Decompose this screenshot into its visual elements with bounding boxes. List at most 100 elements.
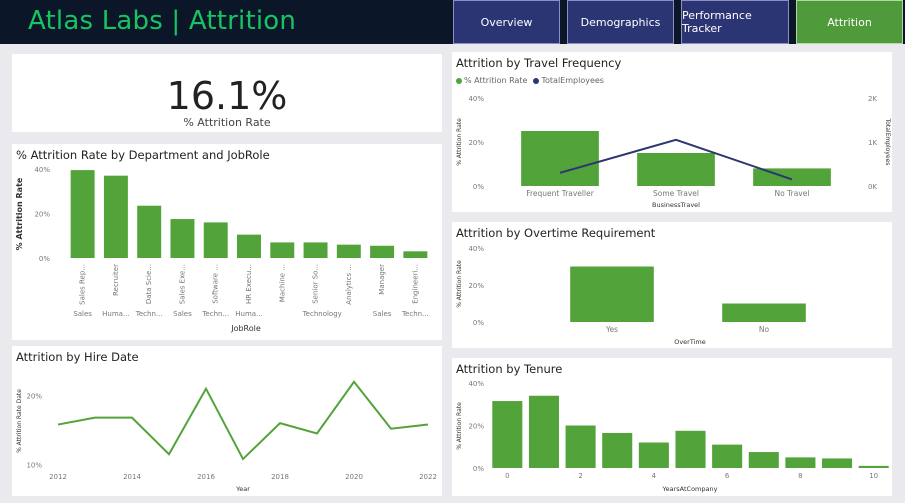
bar-0	[570, 266, 654, 322]
kpi-value: 16.1%	[166, 74, 288, 118]
y2-tick-label: 1K	[868, 139, 877, 147]
attrition-line	[57, 380, 429, 461]
department-label: Huma...	[235, 310, 262, 318]
bar-5	[675, 430, 706, 468]
x-tick-label: Data Scie...	[145, 264, 153, 304]
x-tick-label: Sales Rep...	[79, 264, 87, 305]
x-tick-label: Senior So...	[312, 264, 320, 304]
y-tick-label: 20%	[34, 211, 50, 219]
overtime-chart: 0% 20% 40% % Attrition Rate Yes No OverTime	[456, 245, 806, 346]
y-axis-label: % Attrition Rate	[456, 118, 463, 166]
y-tick-label: 0%	[39, 255, 50, 263]
x-tick-label: 0	[505, 472, 509, 480]
x-tick-label: 6	[725, 472, 730, 480]
bar-7	[748, 452, 779, 468]
x-tick-label: Manager	[378, 264, 386, 295]
y2-tick-label: 0K	[868, 183, 877, 191]
x-tick-label: Some Travel	[653, 189, 699, 198]
bar-5	[237, 234, 261, 258]
y-tick-label: 0%	[473, 183, 484, 191]
x-tick-label: 2016	[197, 473, 215, 481]
x-tick-label: 2022	[419, 473, 437, 481]
y-tick-label: 40%	[34, 166, 50, 174]
x-tick-label: 2018	[271, 473, 289, 481]
y-tick-label: 10%	[26, 462, 42, 470]
x-axis-label: YearsAtCompany	[662, 485, 718, 493]
y2-axis-label: TotalEmployees	[884, 118, 891, 166]
bar-4	[203, 222, 228, 258]
bar-9	[370, 245, 395, 258]
dept-chart-card[interactable]: % Attrition Rate by Department and JobRo…	[12, 144, 442, 340]
bar-10	[403, 251, 428, 258]
kpi-card[interactable]: 16.1% % Attrition Rate	[12, 54, 442, 132]
tenure-chart: 0% 20% 40% % Attrition Rate 0 2 4 6 8 10 YearsAtCo…	[456, 380, 889, 493]
x-tick-label: 2	[578, 472, 582, 480]
x-tick-label: 2012	[49, 473, 67, 481]
x-axis-label: BusinessTravel	[652, 201, 700, 209]
x-tick-label: 10	[869, 472, 878, 480]
bar-2	[565, 425, 596, 468]
header-bar: Atlas Labs | Attrition Overview Demograp…	[0, 0, 905, 44]
x-tick-label: Software ...	[212, 264, 220, 304]
department-label: Techn...	[401, 310, 429, 318]
bar-7	[303, 242, 328, 258]
x-tick-label: Machine ...	[278, 264, 286, 302]
y-axis-label: % Attrition Rate	[456, 402, 463, 450]
x-tick-label: Analytics ...	[345, 264, 353, 305]
overtime-chart-card[interactable]: Attrition by Overtime Requirement 0% 20% 4…	[452, 222, 892, 348]
y-tick-label: 20%	[468, 423, 484, 431]
tenure-chart-card[interactable]: Attrition by Tenure 0% 20% 40%% Attrition …	[452, 358, 892, 496]
bar-10	[858, 465, 889, 468]
bar-0	[70, 170, 95, 258]
kpi-label: % Attrition Rate	[183, 116, 271, 129]
y2-tick-label: 2K	[868, 95, 877, 103]
y-axis-label: % Attrition Rate	[456, 260, 463, 308]
travel-chart-card[interactable]: Attrition by Travel Frequency % Attritio…	[452, 52, 892, 212]
nav-attrition-button[interactable]: Attrition	[796, 0, 903, 44]
hire-chart: 10% 20%% Attrition Rate Date 2012 2014 2016 2…	[16, 380, 437, 493]
hire-chart-card[interactable]: Attrition by Hire Date 10% 20%% Attrition…	[12, 346, 442, 496]
x-tick-label: Recruiter	[112, 264, 120, 296]
x-tick-label: No Travel	[775, 189, 810, 198]
y-tick-label: 20%	[26, 393, 42, 401]
y-tick-label: 20%	[468, 139, 484, 147]
bar-1	[528, 395, 559, 468]
x-tick-label: 2014	[123, 473, 141, 481]
bar-8	[336, 244, 361, 258]
bar-1	[103, 175, 128, 258]
dashboard-title: Atlas Labs | Attrition	[28, 6, 297, 36]
bar-9	[822, 458, 853, 468]
nav-demographics-button[interactable]: Demographics	[567, 0, 674, 44]
y-tick-label: 0%	[473, 465, 484, 473]
department-label: Technology	[302, 310, 342, 318]
x-tick-label: 8	[798, 472, 802, 480]
y-tick-label: 40%	[468, 380, 484, 388]
x-tick-label: Engineeri...	[411, 264, 419, 304]
x-axis-label: Year	[235, 485, 250, 493]
bar-3	[602, 432, 633, 468]
department-label: Techn...	[135, 310, 163, 318]
x-tick-label: Sales Exe...	[178, 264, 186, 304]
x-tick-label: No	[759, 325, 770, 334]
department-label: Techn...	[201, 310, 229, 318]
nav-overview-button[interactable]: Overview	[453, 0, 560, 44]
x-axis-label: JobRole	[230, 324, 261, 333]
bar-1	[722, 303, 806, 322]
bar-1	[637, 153, 715, 186]
x-axis-label: OverTime	[674, 338, 706, 346]
nav-performance-tracker-button[interactable]: Performance Tracker	[681, 0, 789, 44]
bar-2	[137, 205, 162, 258]
bar-6	[712, 444, 743, 468]
x-tick-label: HR Execu...	[245, 264, 253, 304]
x-tick-label: Yes	[605, 325, 618, 334]
y-axis-label: % Attrition Rate	[15, 177, 24, 250]
bar-4	[638, 442, 669, 468]
y-tick-label: 40%	[468, 95, 484, 103]
department-label: Huma...	[102, 310, 129, 318]
bar-6	[270, 242, 295, 258]
department-label: Sales	[73, 310, 92, 318]
bar-3	[170, 219, 195, 258]
y-tick-label: 20%	[468, 282, 484, 290]
x-tick-label: 2020	[345, 473, 363, 481]
bar-8	[785, 457, 816, 468]
